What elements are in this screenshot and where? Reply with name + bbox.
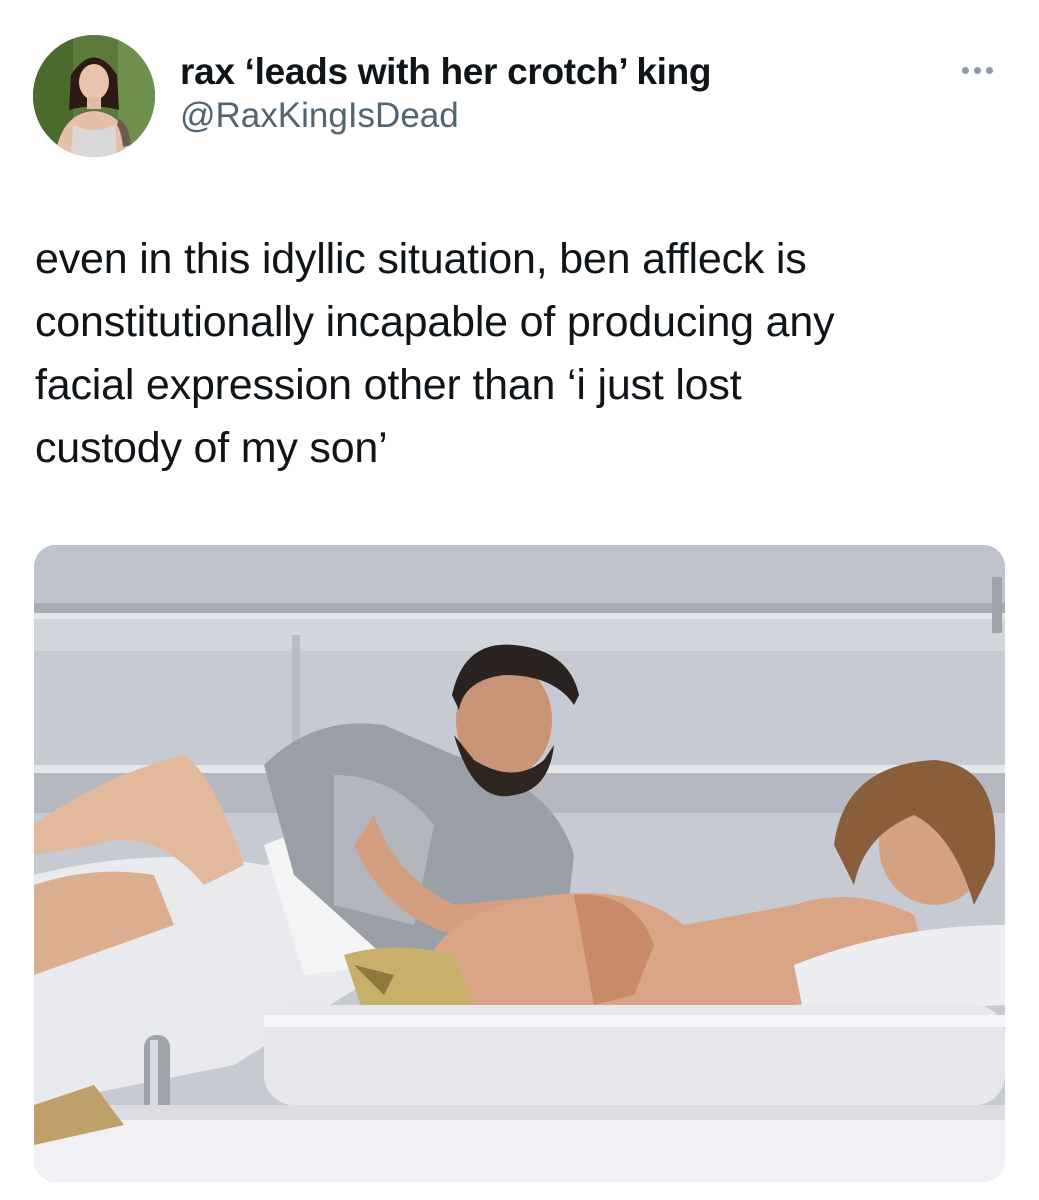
display-name[interactable]: rax ‘leads with her crotch’ king [180,50,711,94]
author-block: rax ‘leads with her crotch’ king @RaxKin… [180,50,711,138]
avatar-image [33,35,155,157]
user-handle[interactable]: @RaxKingIsDead [180,94,711,138]
tweet-media-photo[interactable] [34,545,1005,1182]
yacht-photo [34,545,1005,1182]
tweet: rax ‘leads with her crotch’ king @RaxKin… [0,0,1039,1200]
more-options-icon[interactable] [952,56,1002,84]
avatar[interactable] [33,35,155,157]
tweet-text: even in this idyllic situation, ben affl… [35,235,835,472]
